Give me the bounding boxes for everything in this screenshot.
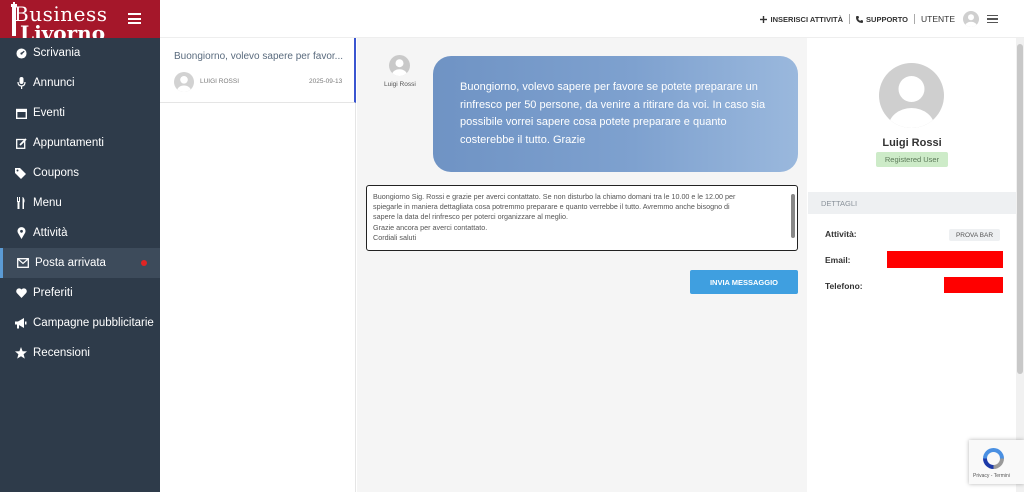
user-menu-label[interactable]: UTENTE — [915, 14, 963, 24]
activity-label: Attività: — [825, 229, 857, 239]
top-header: INSERISCI ATTIVITÀ SUPPORTO UTENTE — [160, 0, 1024, 38]
sidebar-item-scrivania[interactable]: Scrivania — [0, 38, 160, 68]
sidebar-item-label: Annunci — [33, 77, 75, 89]
envelope-icon — [17, 257, 29, 269]
phone-icon — [856, 15, 864, 23]
sidebar-item-label: Appuntamenti — [33, 137, 104, 149]
microphone-icon — [15, 77, 27, 89]
logo-text-line2: Livorno — [20, 21, 106, 38]
sidebar-item-preferiti[interactable]: Preferiti — [0, 278, 160, 308]
reply-line: Buongiorno Sig. Rossi e grazie per averc… — [373, 192, 736, 201]
sidebar-nav: Scrivania Annunci Eventi Appuntamenti Co… — [0, 38, 160, 368]
recaptcha-links[interactable]: Privacy - Termini — [973, 473, 1010, 479]
chat-sender-name: Luigi Rossi — [384, 81, 416, 88]
sidebar-item-annunci[interactable]: Annunci — [0, 68, 160, 98]
avatar — [389, 55, 410, 76]
support-link[interactable]: SUPPORTO — [850, 15, 914, 24]
scrollbar-thumb[interactable] — [1017, 44, 1023, 374]
phone-label: Telefono: — [825, 281, 863, 291]
sidebar-item-menu[interactable]: Menu — [0, 188, 160, 218]
avatar — [174, 72, 194, 92]
sidebar-item-eventi[interactable]: Eventi — [0, 98, 160, 128]
sidebar-item-label: Attività — [33, 227, 68, 239]
sidebar-item-campagne[interactable]: Campagne pubblicitarie — [0, 308, 160, 338]
dashboard-icon — [15, 47, 27, 59]
textarea-scrollbar[interactable] — [791, 194, 795, 238]
details-header: DETTAGLI — [808, 192, 1016, 214]
page-scrollbar[interactable] — [1016, 38, 1024, 492]
notification-dot — [141, 260, 147, 266]
header-links: INSERISCI ATTIVITÀ SUPPORTO UTENTE — [754, 0, 998, 38]
add-activity-label: INSERISCI ATTIVITÀ — [770, 14, 844, 24]
reply-line: spiegarle in maniera dettagliata cosa po… — [373, 202, 730, 212]
avatar — [879, 63, 944, 128]
calendar-icon — [15, 107, 27, 119]
tags-icon — [15, 167, 27, 179]
message-list: Buongiorno, volevo sapere per favor... L… — [160, 38, 356, 492]
phone-redaction — [944, 277, 1003, 293]
recaptcha-badge[interactable]: Privacy - Termini — [969, 440, 1024, 484]
menu-icon[interactable] — [987, 13, 998, 26]
message-body: Buongiorno, volevo sapere per favore se … — [460, 81, 766, 146]
reply-textarea[interactable]: Buongiorno Sig. Rossi e grazie per averc… — [366, 185, 798, 251]
logo[interactable]: Business Livorno — [0, 0, 160, 38]
activity-tag[interactable]: PROVA BAR — [949, 229, 1000, 241]
status-badge: Registered User — [876, 152, 948, 167]
sidebar-item-label: Menu — [33, 197, 62, 209]
reply-line: Cordiali saluti — [373, 232, 417, 242]
sidebar-item-label: Eventi — [33, 107, 65, 119]
recaptcha-icon — [983, 448, 1004, 469]
reply-line: Grazie ancora per averci contattato. — [373, 222, 488, 232]
list-item[interactable]: Buongiorno, volevo sapere per favor... L… — [160, 38, 356, 103]
sidebar-item-recensioni[interactable]: Recensioni — [0, 338, 160, 368]
sidebar-item-label: Scrivania — [33, 47, 81, 59]
star-icon — [15, 347, 27, 359]
heart-icon — [15, 287, 27, 299]
edit-icon — [15, 137, 27, 149]
bullhorn-icon — [15, 317, 27, 329]
plus-icon — [759, 15, 767, 23]
sidebar-item-label: Campagne pubblicitarie — [33, 317, 154, 329]
sidebar-toggle-icon[interactable] — [128, 13, 141, 24]
email-redaction — [887, 251, 1003, 268]
message-sender: LUIGI ROSSI — [200, 78, 240, 85]
support-label: SUPPORTO — [866, 14, 908, 24]
sidebar-item-coupons[interactable]: Coupons — [0, 158, 160, 188]
message-subject: Buongiorno, volevo sapere per favor... — [174, 51, 343, 62]
sidebar-item-label: Preferiti — [33, 287, 73, 299]
message-date: 2025-09-13 — [309, 78, 343, 85]
email-label: Email: — [825, 255, 851, 265]
reply-line: sapere la data del rinfresco per poterci… — [373, 212, 568, 222]
sidebar-item-label: Coupons — [33, 167, 80, 179]
profile-name: Luigi Rossi — [882, 137, 942, 149]
sidebar-item-attivita[interactable]: Attività — [0, 218, 160, 248]
message-bubble: Buongiorno, volevo sapere per favore se … — [433, 56, 798, 172]
cutlery-icon — [15, 197, 27, 209]
sidebar-item-label: Posta arrivata — [35, 257, 106, 269]
map-marker-icon — [15, 227, 27, 239]
add-activity-link[interactable]: INSERISCI ATTIVITÀ — [754, 15, 850, 24]
send-message-button[interactable]: INVIA MESSAGGIO — [690, 270, 798, 294]
sidebar-item-posta-arrivata[interactable]: Posta arrivata — [0, 248, 160, 278]
sidebar-item-appuntamenti[interactable]: Appuntamenti — [0, 128, 160, 158]
sidebar-item-label: Recensioni — [33, 347, 90, 359]
profile-panel: Luigi Rossi Registered User DETTAGLI Att… — [808, 38, 1016, 492]
sidebar: Business Livorno Scrivania Annunci Event… — [0, 0, 160, 492]
chat-panel: Luigi Rossi Buongiorno, volevo sapere pe… — [357, 38, 807, 492]
user-avatar-icon[interactable] — [963, 11, 979, 27]
